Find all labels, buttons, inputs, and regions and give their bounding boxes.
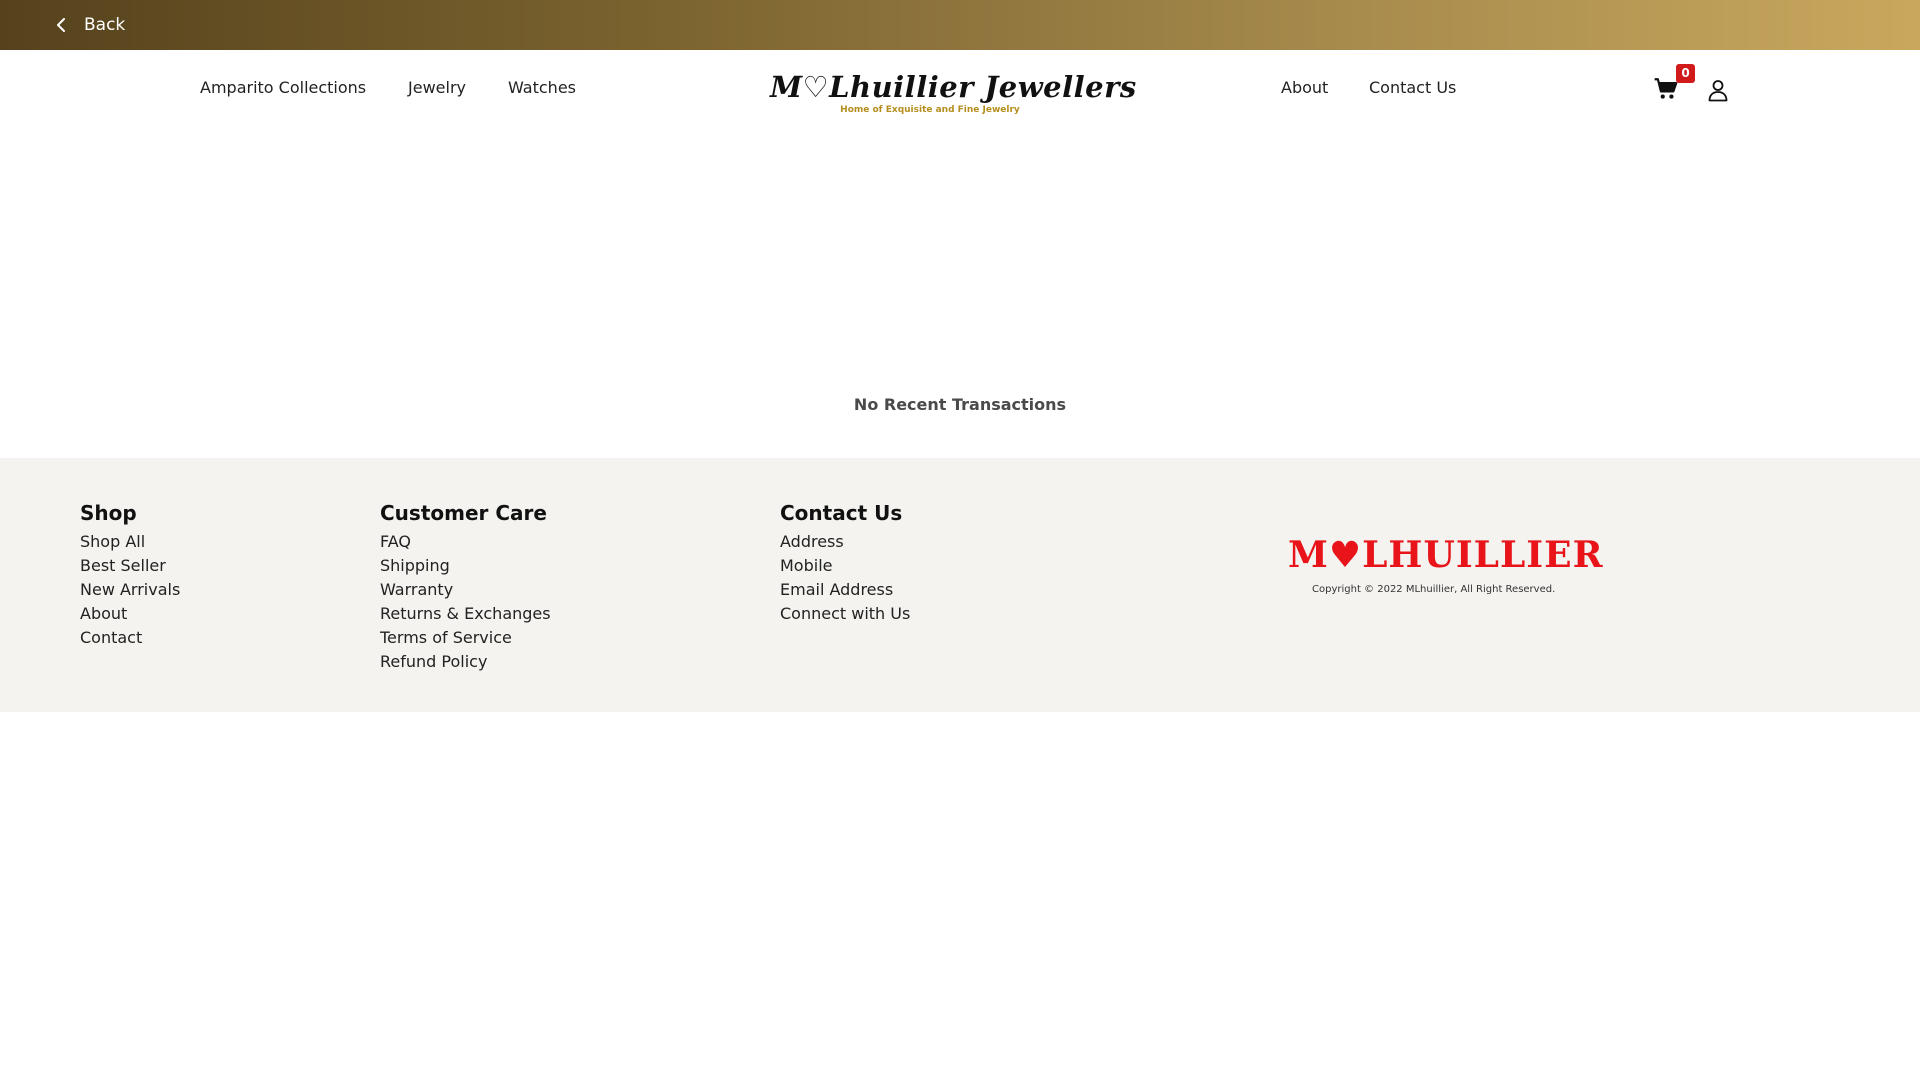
footer-link-email-address[interactable]: Email Address [780,578,910,602]
top-bar: Back [0,0,1920,50]
footer-link-mobile[interactable]: Mobile [780,554,910,578]
footer-link-contact[interactable]: Contact [80,626,180,650]
footer-shop-column: Shop Shop All Best Seller New Arrivals A… [80,500,180,650]
chevron-left-icon [56,18,66,32]
back-button[interactable]: Back [56,12,125,38]
footer-link-refund-policy[interactable]: Refund Policy [380,650,551,674]
nav-watches[interactable]: Watches [508,78,576,97]
footer-link-connect-with-us[interactable]: Connect with Us [780,602,910,626]
nav-jewelry[interactable]: Jewelry [408,78,466,97]
footer-link-warranty[interactable]: Warranty [380,578,551,602]
footer-link-shop-all[interactable]: Shop All [80,530,180,554]
nav-contact-us[interactable]: Contact Us [1369,78,1456,97]
footer-customer-care-heading: Customer Care [380,501,547,525]
site-footer: Shop Shop All Best Seller New Arrivals A… [0,458,1920,712]
footer-contact-column: Contact Us Address Mobile Email Address … [780,500,910,626]
brand-name: M♡Lhuillier Jewellers [770,70,1137,104]
footer-brand-logo: M♥LHUILLIER [1288,534,1604,576]
footer-customer-care-column: Customer Care FAQ Shipping Warranty Retu… [380,500,551,674]
cart-count-badge: 0 [1676,64,1695,83]
footer-copyright: Copyright © 2022 MLhuillier, All Right R… [1312,584,1556,595]
brand-logo[interactable]: M♡Lhuillier Jewellers Home of Exquisite … [770,70,1137,122]
nav-about[interactable]: About [1281,78,1328,97]
footer-link-best-seller[interactable]: Best Seller [80,554,180,578]
footer-link-address[interactable]: Address [780,530,910,554]
footer-contact-heading: Contact Us [780,501,903,525]
footer-link-shipping[interactable]: Shipping [380,554,551,578]
footer-link-about[interactable]: About [80,602,180,626]
no-transactions-message: No Recent Transactions [853,395,1067,414]
footer-brand-block: M♥LHUILLIER Copyright © 2022 MLhuillier,… [1288,534,1604,595]
user-icon[interactable] [1706,78,1730,102]
footer-link-faq[interactable]: FAQ [380,530,551,554]
footer-link-terms-of-service[interactable]: Terms of Service [380,626,551,650]
footer-link-returns-exchanges[interactable]: Returns & Exchanges [380,602,551,626]
footer-link-new-arrivals[interactable]: New Arrivals [80,578,180,602]
footer-shop-heading: Shop [80,501,137,525]
back-label: Back [84,15,126,35]
brand-tagline: Home of Exquisite and Fine Jewelry [840,105,1020,115]
nav-amparito-collections[interactable]: Amparito Collections [200,78,366,97]
